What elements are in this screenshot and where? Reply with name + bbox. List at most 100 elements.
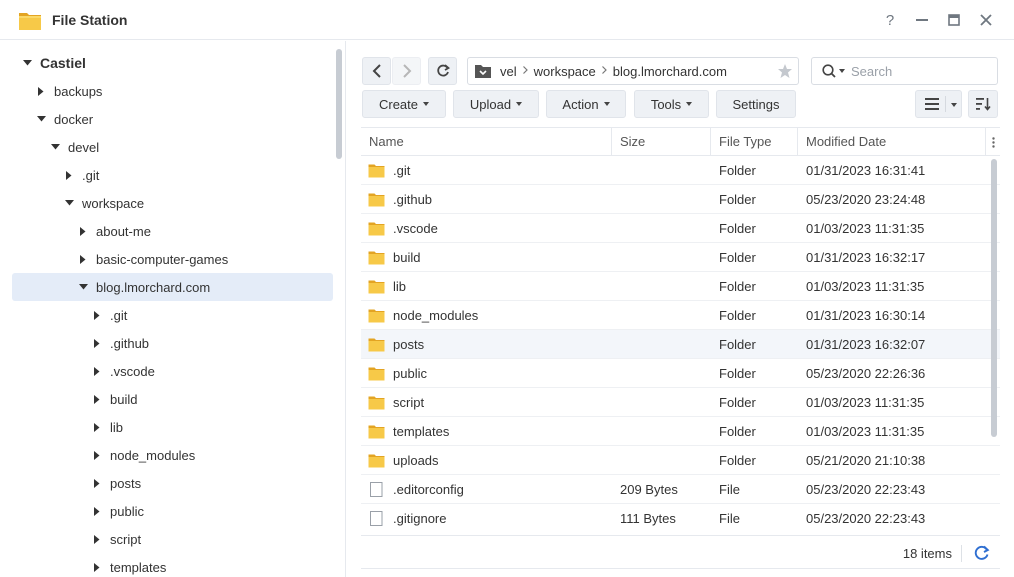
minimize-button[interactable] <box>912 10 932 30</box>
tools-button[interactable]: Tools <box>634 90 709 118</box>
table-row[interactable]: .gitignore 111 Bytes File 05/23/2020 22:23:… <box>361 504 1000 531</box>
caret-right-icon[interactable] <box>92 366 102 376</box>
cell-name: .vscode <box>393 221 438 236</box>
cell-type: File <box>719 511 740 526</box>
create-button[interactable]: Create <box>362 90 446 118</box>
tree-item[interactable]: .git <box>12 301 333 329</box>
caret-right-icon[interactable] <box>92 506 102 516</box>
settings-button[interactable]: Settings <box>716 90 796 118</box>
tree-item[interactable]: docker <box>12 105 333 133</box>
file-icon <box>368 482 385 497</box>
caret-down-icon[interactable] <box>22 58 32 68</box>
caret-right-icon[interactable] <box>92 422 102 432</box>
caret-down-icon[interactable] <box>64 198 74 208</box>
tree-item[interactable]: basic-computer-games <box>12 245 333 273</box>
breadcrumb-item[interactable]: vel <box>500 64 517 79</box>
sidebar-scrollbar[interactable] <box>336 49 342 159</box>
tree-item[interactable]: Castiel <box>12 49 333 77</box>
upload-button[interactable]: Upload <box>453 90 539 118</box>
search-input[interactable] <box>851 63 981 79</box>
column-header-type[interactable]: File Type <box>711 128 798 156</box>
caret-down-icon[interactable] <box>78 282 88 292</box>
column-header-modified[interactable]: Modified Date <box>798 128 986 156</box>
table-row[interactable]: uploads Folder 05/21/2020 21:10:38 <box>361 446 1000 475</box>
forward-button[interactable] <box>392 57 421 85</box>
table-row[interactable]: build Folder 01/31/2023 16:32:17 <box>361 243 1000 272</box>
close-button[interactable] <box>976 10 996 30</box>
column-options-button[interactable] <box>987 128 1000 156</box>
tree-item[interactable]: .vscode <box>12 357 333 385</box>
folder-icon <box>368 453 385 468</box>
tree-item[interactable]: lib <box>12 413 333 441</box>
tree-item[interactable]: .git <box>12 161 333 189</box>
table-row[interactable]: .git Folder 01/31/2023 16:31:41 <box>361 156 1000 185</box>
cell-type: Folder <box>719 395 756 410</box>
tree-item[interactable]: script <box>12 525 333 553</box>
caret-right-icon[interactable] <box>92 562 102 572</box>
tree-item[interactable]: devel <box>12 133 333 161</box>
action-button[interactable]: Action <box>546 90 626 118</box>
column-header-name[interactable]: Name <box>361 128 612 156</box>
table-row[interactable]: lib Folder 01/03/2023 11:31:35 <box>361 272 1000 301</box>
caret-down-icon[interactable] <box>50 142 60 152</box>
caret-right-icon[interactable] <box>92 394 102 404</box>
column-header-size[interactable]: Size <box>612 128 711 156</box>
caret-down-icon[interactable] <box>36 114 46 124</box>
caret-right-icon[interactable] <box>92 450 102 460</box>
tree-item[interactable]: node_modules <box>12 441 333 469</box>
cell-modified: 01/03/2023 11:31:35 <box>806 395 925 410</box>
caret-right-icon[interactable] <box>92 338 102 348</box>
cell-type: Folder <box>719 221 756 236</box>
tree-item[interactable]: build <box>12 385 333 413</box>
table-row[interactable]: node_modules Folder 01/31/2023 16:30:14 <box>361 301 1000 330</box>
help-button[interactable]: ? <box>880 10 900 30</box>
caret-right-icon[interactable] <box>92 534 102 544</box>
tree-item[interactable]: templates <box>12 553 333 577</box>
tree-item[interactable]: posts <box>12 469 333 497</box>
folder-dropdown-icon[interactable] <box>474 63 492 79</box>
caret-right-icon[interactable] <box>92 310 102 320</box>
tree-item-label: .vscode <box>110 363 155 379</box>
tree-item[interactable]: workspace <box>12 189 333 217</box>
cell-type: Folder <box>719 453 756 468</box>
caret-right-icon[interactable] <box>36 86 46 96</box>
tree-item[interactable]: about-me <box>12 217 333 245</box>
tree-item[interactable]: public <box>12 497 333 525</box>
table-row[interactable]: .editorconfig 209 Bytes File 05/23/2020 22:… <box>361 475 1000 504</box>
caret-right-icon[interactable] <box>64 170 74 180</box>
caret-right-icon[interactable] <box>92 478 102 488</box>
folder-icon <box>368 163 385 178</box>
table-row[interactable]: script Folder 01/03/2023 11:31:35 <box>361 388 1000 417</box>
view-mode-button[interactable] <box>915 90 962 118</box>
table-row[interactable]: posts Folder 01/31/2023 16:32:07 <box>361 330 1000 359</box>
tree-item[interactable]: backups <box>12 77 333 105</box>
cell-type: Folder <box>719 279 756 294</box>
breadcrumb-item[interactable]: workspace <box>534 64 596 79</box>
cell-name: node_modules <box>393 308 479 323</box>
table-row[interactable]: .github Folder 05/23/2020 23:24:48 <box>361 185 1000 214</box>
caret-right-icon[interactable] <box>78 226 88 236</box>
cell-modified: 05/23/2020 22:23:43 <box>806 482 926 497</box>
breadcrumb-item[interactable]: blog.lmorchard.com <box>613 64 727 79</box>
table-scrollbar[interactable] <box>991 159 997 437</box>
back-button[interactable] <box>362 57 391 85</box>
table-row[interactable]: templates Folder 01/03/2023 11:31:35 <box>361 417 1000 446</box>
status-footer: 18 items <box>361 535 1000 569</box>
tree-item[interactable]: blog.lmorchard.com <box>12 273 333 301</box>
refresh-icon[interactable] <box>974 545 990 561</box>
action-button-label: Action <box>562 96 599 112</box>
star-icon[interactable] <box>777 63 793 79</box>
search-options-caret[interactable] <box>839 69 845 73</box>
tree-item-label: backups <box>54 83 103 99</box>
sort-button[interactable] <box>968 90 998 118</box>
path-bar[interactable]: vel workspace blog.lmorchard.com <box>467 57 799 85</box>
maximize-button[interactable] <box>944 10 964 30</box>
caret-right-icon[interactable] <box>78 254 88 264</box>
table-row[interactable]: public Folder 05/23/2020 22:26:36 <box>361 359 1000 388</box>
refresh-button[interactable] <box>428 57 457 85</box>
search-box[interactable] <box>811 57 998 85</box>
tree-item[interactable]: .github <box>12 329 333 357</box>
table-row[interactable]: .vscode Folder 01/03/2023 11:31:35 <box>361 214 1000 243</box>
tree-item-label: templates <box>110 559 167 575</box>
tree-item-label: script <box>110 531 142 547</box>
